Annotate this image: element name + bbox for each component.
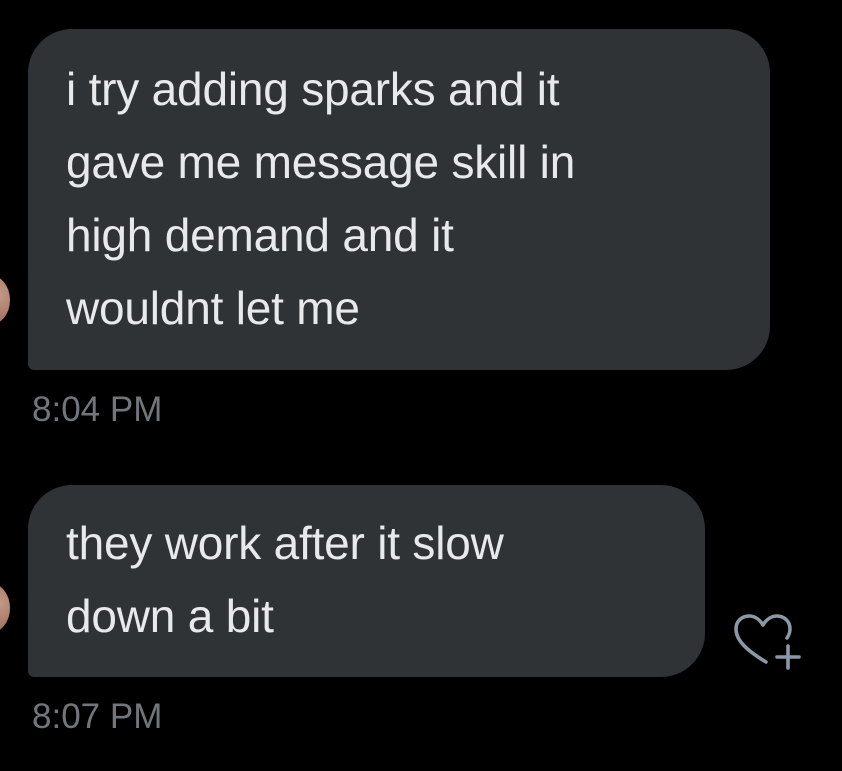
avatar[interactable]	[0, 583, 10, 633]
avatar[interactable]	[0, 275, 10, 325]
heart-plus-icon	[734, 614, 801, 670]
message-text-line: i try adding sparks and it	[66, 63, 560, 115]
message-timestamp: 8:04 PM	[32, 390, 163, 429]
message-text-line: down a bit	[66, 590, 274, 642]
message-text-line: high demand and it	[66, 209, 454, 261]
message-text-line: they work after it slow	[66, 517, 504, 569]
add-reaction-button[interactable]	[732, 612, 804, 672]
message-bubble[interactable]: i try adding sparks and it gave me messa…	[28, 29, 770, 370]
message-timestamp: 8:07 PM	[32, 697, 163, 736]
message-text-line: gave me message skill in	[66, 136, 576, 188]
message-text-line: wouldnt let me	[66, 282, 360, 334]
message-bubble[interactable]: they work after it slow down a bit	[28, 485, 705, 677]
